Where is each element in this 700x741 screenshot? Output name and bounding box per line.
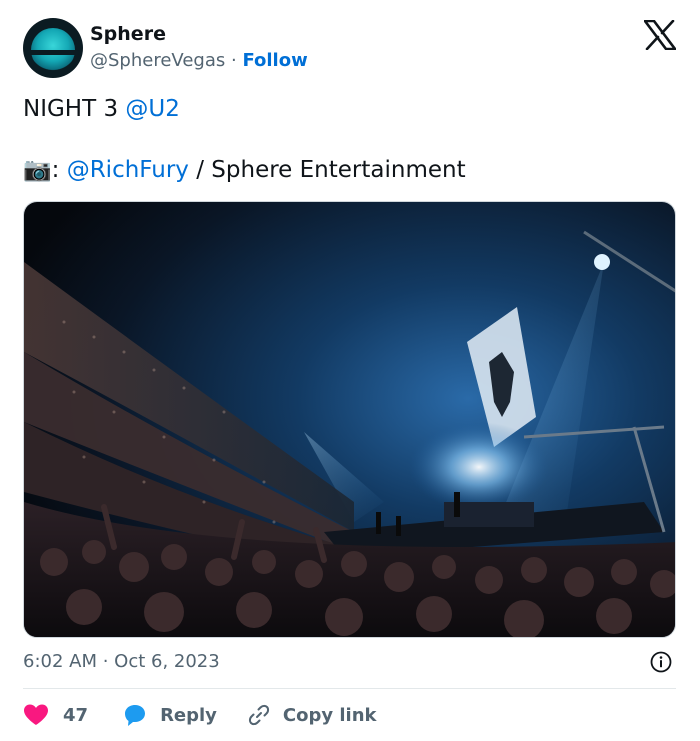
like-button[interactable]: 47 xyxy=(23,703,88,727)
x-logo-icon[interactable] xyxy=(644,20,676,50)
meta-separator: · xyxy=(230,50,237,71)
colon-text: : xyxy=(51,157,67,183)
tweet-line-2: 📷: @RichFury / Sphere Entertainment xyxy=(23,156,466,183)
heart-icon xyxy=(24,704,48,725)
divider xyxy=(23,688,676,689)
mention-u2-link[interactable]: @U2 xyxy=(125,96,179,122)
mention-richfury-link[interactable]: @RichFury xyxy=(67,157,189,183)
tweet-photo[interactable] xyxy=(23,201,676,638)
author-name[interactable]: Sphere xyxy=(90,23,166,45)
sphere-logo-band xyxy=(27,50,79,55)
tweet-actions: 47 Reply Copy link xyxy=(23,700,377,730)
tweet-text: NIGHT 3 xyxy=(23,96,126,122)
reply-bubble-icon xyxy=(125,705,146,726)
reply-button[interactable]: Reply xyxy=(122,703,217,727)
concert-photo-image xyxy=(24,202,675,637)
follow-button[interactable]: Follow xyxy=(242,50,307,71)
author-meta: @SphereVegas · Follow xyxy=(90,50,308,71)
camera-emoji-icon: 📷 xyxy=(23,157,52,183)
link-icon xyxy=(248,704,269,726)
reply-label: Reply xyxy=(160,704,217,726)
author-handle[interactable]: @SphereVegas xyxy=(90,50,225,71)
copy-link-label: Copy link xyxy=(282,704,377,726)
tweet-timestamp-link[interactable]: 6:02 AM · Oct 6, 2023 xyxy=(23,651,220,672)
info-icon[interactable] xyxy=(650,651,672,673)
credit-text: / Sphere Entertainment xyxy=(188,157,466,183)
avatar[interactable] xyxy=(23,18,83,78)
like-count: 47 xyxy=(63,704,89,726)
tweet-line-1: NIGHT 3 @U2 xyxy=(23,96,180,122)
copy-link-button[interactable]: Copy link xyxy=(247,703,377,727)
